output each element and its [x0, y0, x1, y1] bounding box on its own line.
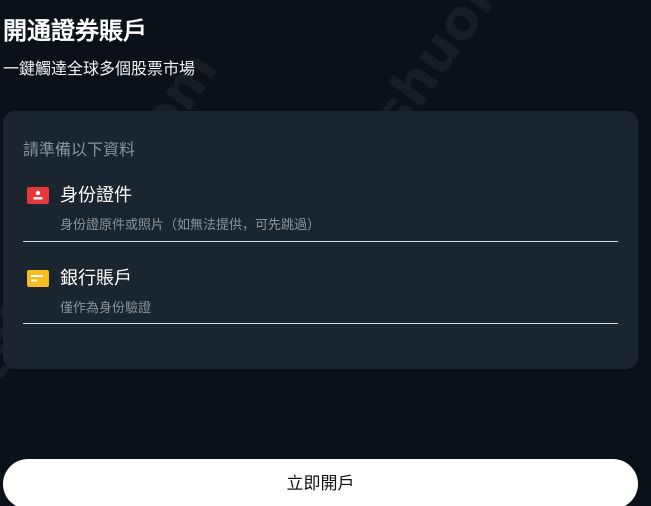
requirement-id-document[interactable]: 身份證件 身份證原件或照片（如無法提供，可先跳過） [23, 181, 618, 242]
page-title: 開通證券賬戶 [3, 17, 147, 45]
bank-card-icon [27, 270, 49, 287]
open-account-button[interactable]: 立即開戶 [3, 459, 638, 506]
requirements-heading: 請準備以下資料 [23, 140, 136, 159]
requirement-description: 身份證原件或照片（如無法提供，可先跳過） [60, 218, 321, 233]
requirement-description: 僅作為身份驗證 [60, 301, 152, 316]
open-account-page: ttshuoka.com ttshuoka.com 開通證券賬戶 一鍵觸達全球多… [0, 0, 651, 506]
requirements-card: 請準備以下資料 身份證件 身份證原件或照片（如無法提供，可先跳過） 銀行賬戶 僅… [3, 111, 638, 369]
page-subtitle: 一鍵觸達全球多個股票市場 [3, 59, 196, 78]
id-card-icon [27, 187, 49, 204]
requirement-bank-account[interactable]: 銀行賬戶 僅作為身份驗證 [23, 264, 618, 324]
requirement-title: 身份證件 [60, 185, 132, 206]
requirement-title: 銀行賬戶 [60, 268, 132, 289]
